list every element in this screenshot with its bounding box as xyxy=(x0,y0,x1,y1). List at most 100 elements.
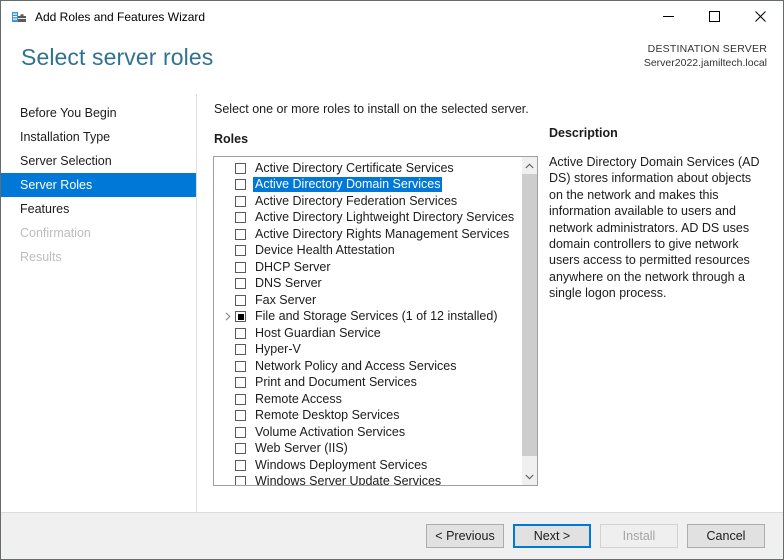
role-label: Print and Document Services xyxy=(255,375,417,390)
window-titlebar: Add Roles and Features Wizard xyxy=(1,1,783,32)
sidebar-item-results: Results xyxy=(20,250,62,264)
role-row[interactable]: Web Server (IIS) xyxy=(214,441,521,458)
role-label: DNS Server xyxy=(255,276,322,291)
role-row[interactable]: Active Directory Domain Services xyxy=(214,177,521,194)
role-row[interactable]: Fax Server xyxy=(214,292,521,309)
role-checkbox[interactable] xyxy=(235,294,246,306)
role-row[interactable]: Windows Server Update Services xyxy=(214,474,521,485)
destination-server-label: DESTINATION SERVER xyxy=(647,43,767,55)
role-checkbox[interactable] xyxy=(235,327,246,339)
role-checkbox[interactable] xyxy=(235,377,246,389)
role-checkbox[interactable] xyxy=(235,459,246,471)
roles-scrollbar[interactable] xyxy=(521,157,537,485)
sidebar-item-features[interactable]: Features xyxy=(1,197,196,221)
install-button: Install xyxy=(600,524,678,548)
role-checkbox[interactable] xyxy=(235,228,246,240)
roles-section-label: Roles xyxy=(214,132,249,146)
role-checkbox[interactable] xyxy=(235,311,246,323)
role-label: Remote Desktop Services xyxy=(255,408,400,423)
next-button[interactable]: Next > xyxy=(513,524,591,548)
role-label: Active Directory Domain Services xyxy=(253,177,443,193)
sidebar-item-installation-type[interactable]: Installation Type xyxy=(1,125,196,149)
maximize-button[interactable] xyxy=(691,1,737,32)
role-row[interactable]: Active Directory Federation Services xyxy=(214,193,521,210)
role-row[interactable]: Network Policy and Access Services xyxy=(214,358,521,375)
description-panel: Description Active Directory Domain Serv… xyxy=(549,126,764,302)
window-title: Add Roles and Features Wizard xyxy=(35,9,206,24)
role-label: Hyper-V xyxy=(255,342,301,357)
scrollbar-track[interactable] xyxy=(522,174,537,468)
window-controls xyxy=(645,1,783,32)
role-label: Windows Deployment Services xyxy=(255,457,428,472)
sidebar-item-server-roles[interactable]: Server Roles xyxy=(1,173,196,197)
scrollbar-thumb[interactable] xyxy=(522,174,537,457)
role-row[interactable]: Active Directory Lightweight Directory S… xyxy=(214,210,521,227)
sidebar-item-server-selection[interactable]: Server Selection xyxy=(1,149,196,173)
role-row[interactable]: Active Directory Certificate Services xyxy=(214,160,521,177)
role-checkbox[interactable] xyxy=(235,426,246,438)
role-label: Fax Server xyxy=(255,292,317,307)
close-icon xyxy=(754,11,766,22)
role-row[interactable]: Windows Deployment Services xyxy=(214,457,521,474)
role-row[interactable]: File and Storage Services (1 of 12 insta… xyxy=(214,309,521,326)
role-row[interactable]: DHCP Server xyxy=(214,259,521,276)
role-checkbox[interactable] xyxy=(235,261,246,273)
role-label: Active Directory Rights Management Servi… xyxy=(255,226,510,241)
chevron-down-icon xyxy=(525,474,534,479)
add-roles-wizard-window: Add Roles and Features Wizard Select ser… xyxy=(0,0,784,560)
role-row[interactable]: Host Guardian Service xyxy=(214,325,521,342)
role-row[interactable]: Volume Activation Services xyxy=(214,424,521,441)
role-row[interactable]: Print and Document Services xyxy=(214,375,521,392)
wizard-content: Select one or more roles to install on t… xyxy=(197,94,783,512)
description-title: Description xyxy=(549,126,618,140)
role-row[interactable]: Device Health Attestation xyxy=(214,243,521,260)
role-label: Device Health Attestation xyxy=(255,243,395,258)
role-checkbox[interactable] xyxy=(235,195,246,207)
role-label: Host Guardian Service xyxy=(255,325,381,340)
role-checkbox[interactable] xyxy=(235,179,246,191)
role-label: Active Directory Certificate Services xyxy=(255,160,454,175)
role-checkbox[interactable] xyxy=(235,476,246,485)
role-checkbox[interactable] xyxy=(235,245,246,257)
roles-list[interactable]: Active Directory Certificate Services Act… xyxy=(214,157,521,485)
maximize-icon xyxy=(708,11,720,22)
wizard-body: Before You Begin Installation Type Server … xyxy=(1,94,783,512)
sidebar-item-before-you-begin[interactable]: Before You Begin xyxy=(1,101,196,125)
role-checkbox[interactable] xyxy=(235,393,246,405)
wizard-header: Select server roles DESTINATION SERVER S… xyxy=(1,32,783,94)
role-label: Windows Server Update Services xyxy=(255,474,442,485)
role-checkbox[interactable] xyxy=(235,162,246,174)
sidebar-item-confirmation: Confirmation xyxy=(20,226,91,240)
destination-server-name: Server2022.jamiltech.local xyxy=(643,57,767,69)
role-row[interactable]: Hyper-V xyxy=(214,342,521,359)
role-checkbox[interactable] xyxy=(235,443,246,455)
role-checkbox[interactable] xyxy=(235,360,246,372)
expander-collapsed-icon[interactable] xyxy=(222,311,234,323)
cancel-button[interactable]: Cancel xyxy=(687,524,765,548)
role-label: Web Server (IIS) xyxy=(255,441,348,456)
close-button[interactable] xyxy=(737,1,783,32)
page-title: Select server roles xyxy=(21,44,214,70)
scroll-up-button[interactable] xyxy=(522,157,537,174)
role-row[interactable]: Remote Access xyxy=(214,391,521,408)
scroll-down-button[interactable] xyxy=(522,468,537,485)
role-label: Remote Access xyxy=(255,391,342,406)
role-checkbox[interactable] xyxy=(235,278,246,290)
minimize-icon xyxy=(662,16,674,17)
role-label: Volume Activation Services xyxy=(255,424,406,439)
minimize-button[interactable] xyxy=(645,1,691,32)
role-checkbox[interactable] xyxy=(235,344,246,356)
role-row[interactable]: Active Directory Rights Management Servi… xyxy=(214,226,521,243)
previous-button[interactable]: < Previous xyxy=(426,524,504,548)
role-row[interactable]: DNS Server xyxy=(214,276,521,293)
instruction-text: Select one or more roles to install on t… xyxy=(214,102,529,116)
role-label: DHCP Server xyxy=(255,259,331,274)
roles-listbox[interactable]: Active Directory Certificate Services Act… xyxy=(213,156,538,486)
role-checkbox[interactable] xyxy=(235,410,246,422)
role-label: Active Directory Lightweight Directory S… xyxy=(255,210,515,225)
role-row[interactable]: Remote Desktop Services xyxy=(214,408,521,425)
description-text: Active Directory Domain Services (AD DS)… xyxy=(549,155,760,301)
role-checkbox[interactable] xyxy=(235,212,246,224)
chevron-up-icon xyxy=(525,163,534,168)
roles-wizard-icon xyxy=(11,9,27,25)
